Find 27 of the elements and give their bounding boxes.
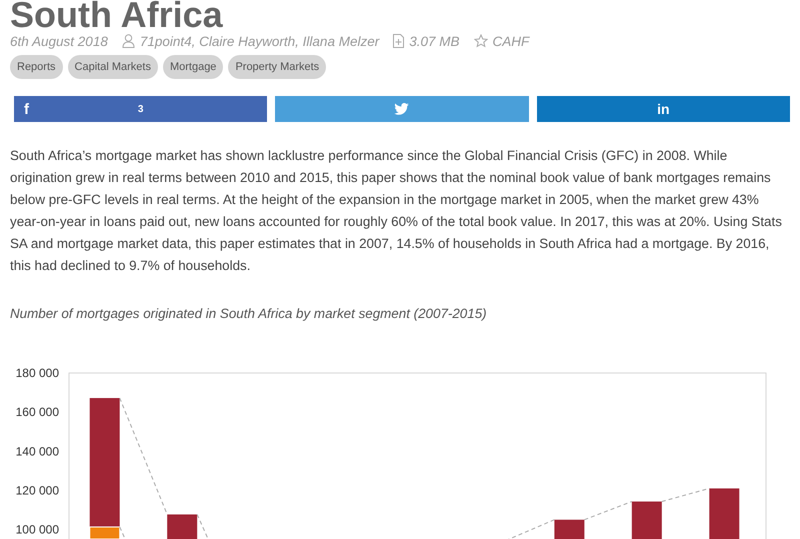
bar xyxy=(554,520,584,539)
date-text: 6th August 2018 xyxy=(10,34,108,48)
tag-link[interactable]: Mortgage xyxy=(162,55,224,79)
user-icon xyxy=(122,34,135,48)
file-icon xyxy=(393,34,404,48)
twitter-share-button[interactable] xyxy=(275,96,529,122)
bar xyxy=(632,502,662,539)
star-icon xyxy=(474,34,488,48)
facebook-share-button[interactable]: f 3 xyxy=(14,96,268,122)
tag-link[interactable]: Reports xyxy=(10,55,63,79)
body-paragraph: South Africa’s mortgage market has shown lacklustre performance since the Global Financial Crisis (GFC) in 2008. While origination grew in real terms between 2010 and 2015, this paper shows that the nominal book value of bank mortgages remains below pre-GFC levels in real terms. At the height of the expansion in the mortgage market in 2005, when the market grew 43% year-on-year in loans paid out, new loans accounted for roughly 60% of the total book value. In 2017, this was at 20%. Using Stats SA and mortgage market data, this paper estimates that in 2007, 14.5% of households in South Africa had a mortgage. By 2016, this had declined to 9.7% of households. xyxy=(10,147,783,275)
axis-tick-label: 120 000 xyxy=(16,483,59,498)
chart-caption: Number of mortgages originated in South Africa by market segment (2007-2015) xyxy=(10,305,488,323)
page-title: South Africa xyxy=(10,0,224,33)
axis-tick-label: 100 000 xyxy=(16,522,59,536)
bird-icon xyxy=(394,103,410,115)
bar xyxy=(709,488,740,539)
tag-link[interactable]: Property Markets xyxy=(228,55,326,79)
axis-tick-label: 180 000 xyxy=(16,366,59,380)
authors-text: 71point4, Claire Hayworth, Illana Melzer xyxy=(140,34,380,48)
publisher-text: CAHF xyxy=(492,34,530,48)
tag-link[interactable]: Capital Markets xyxy=(68,55,158,79)
axis-tick-label: 160 000 xyxy=(16,405,59,420)
axis-tick-label: 140 000 xyxy=(16,444,59,458)
bar xyxy=(167,514,198,539)
file-size-text: 3.07 MB xyxy=(409,34,460,48)
linkedin-share-button[interactable]: in xyxy=(536,96,790,122)
